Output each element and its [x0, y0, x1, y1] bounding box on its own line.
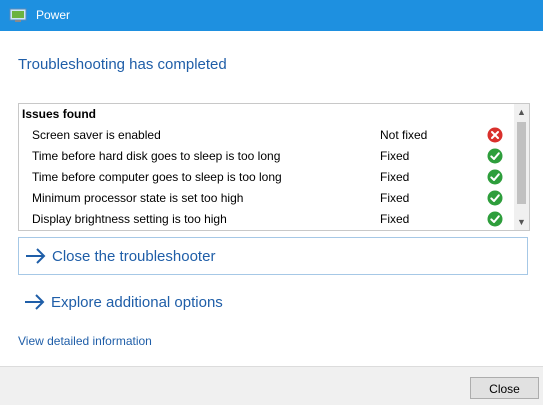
arrow-right-icon: [26, 248, 46, 264]
check-icon: [487, 169, 503, 185]
close-troubleshooter-label: Close the troubleshooter: [52, 248, 216, 265]
issue-row: Time before hard disk goes to sleep is t…: [19, 146, 513, 167]
issues-list: Issues found Screen saver is enabled Not…: [18, 103, 530, 231]
issue-name: Screen saver is enabled: [32, 128, 161, 142]
issue-row: Screen saver is enabled Not fixed: [19, 125, 513, 146]
issues-scrollbar[interactable]: ▲ ▼: [514, 104, 529, 230]
issue-name: Time before hard disk goes to sleep is t…: [32, 149, 281, 163]
issue-status: Fixed: [380, 170, 410, 184]
footer: Close: [0, 366, 543, 405]
page-title: Troubleshooting has completed: [18, 56, 227, 73]
issue-status: Fixed: [380, 212, 410, 226]
check-icon: [487, 211, 503, 227]
close-troubleshooter-button[interactable]: Close the troubleshooter: [18, 237, 528, 275]
issues-header: Issues found: [22, 107, 97, 121]
arrow-right-icon: [25, 294, 45, 310]
issue-name: Time before computer goes to sleep is to…: [32, 170, 282, 184]
check-icon: [487, 148, 503, 164]
issue-name: Minimum processor state is set too high: [32, 191, 244, 205]
error-icon: [487, 127, 503, 143]
issue-row: Time before computer goes to sleep is to…: [19, 167, 513, 188]
issue-status: Fixed: [380, 149, 410, 163]
title-bar: Power: [0, 0, 543, 31]
window-title: Power: [36, 8, 71, 22]
power-options-icon: [9, 8, 27, 22]
issue-row: Minimum processor state is set too high …: [19, 188, 513, 209]
scroll-thumb[interactable]: [517, 122, 526, 204]
issue-row: Display brightness setting is too high F…: [19, 209, 513, 230]
scroll-up-icon[interactable]: ▲: [514, 104, 529, 120]
explore-options-label: Explore additional options: [51, 294, 223, 311]
issue-status: Not fixed: [380, 128, 428, 142]
close-button[interactable]: Close: [470, 377, 539, 399]
view-details-link[interactable]: View detailed information: [18, 334, 152, 348]
scroll-down-icon[interactable]: ▼: [514, 214, 529, 230]
issue-name: Display brightness setting is too high: [32, 212, 227, 226]
check-icon: [487, 190, 503, 206]
explore-options-button[interactable]: Explore additional options: [18, 284, 528, 322]
issue-status: Fixed: [380, 191, 410, 205]
